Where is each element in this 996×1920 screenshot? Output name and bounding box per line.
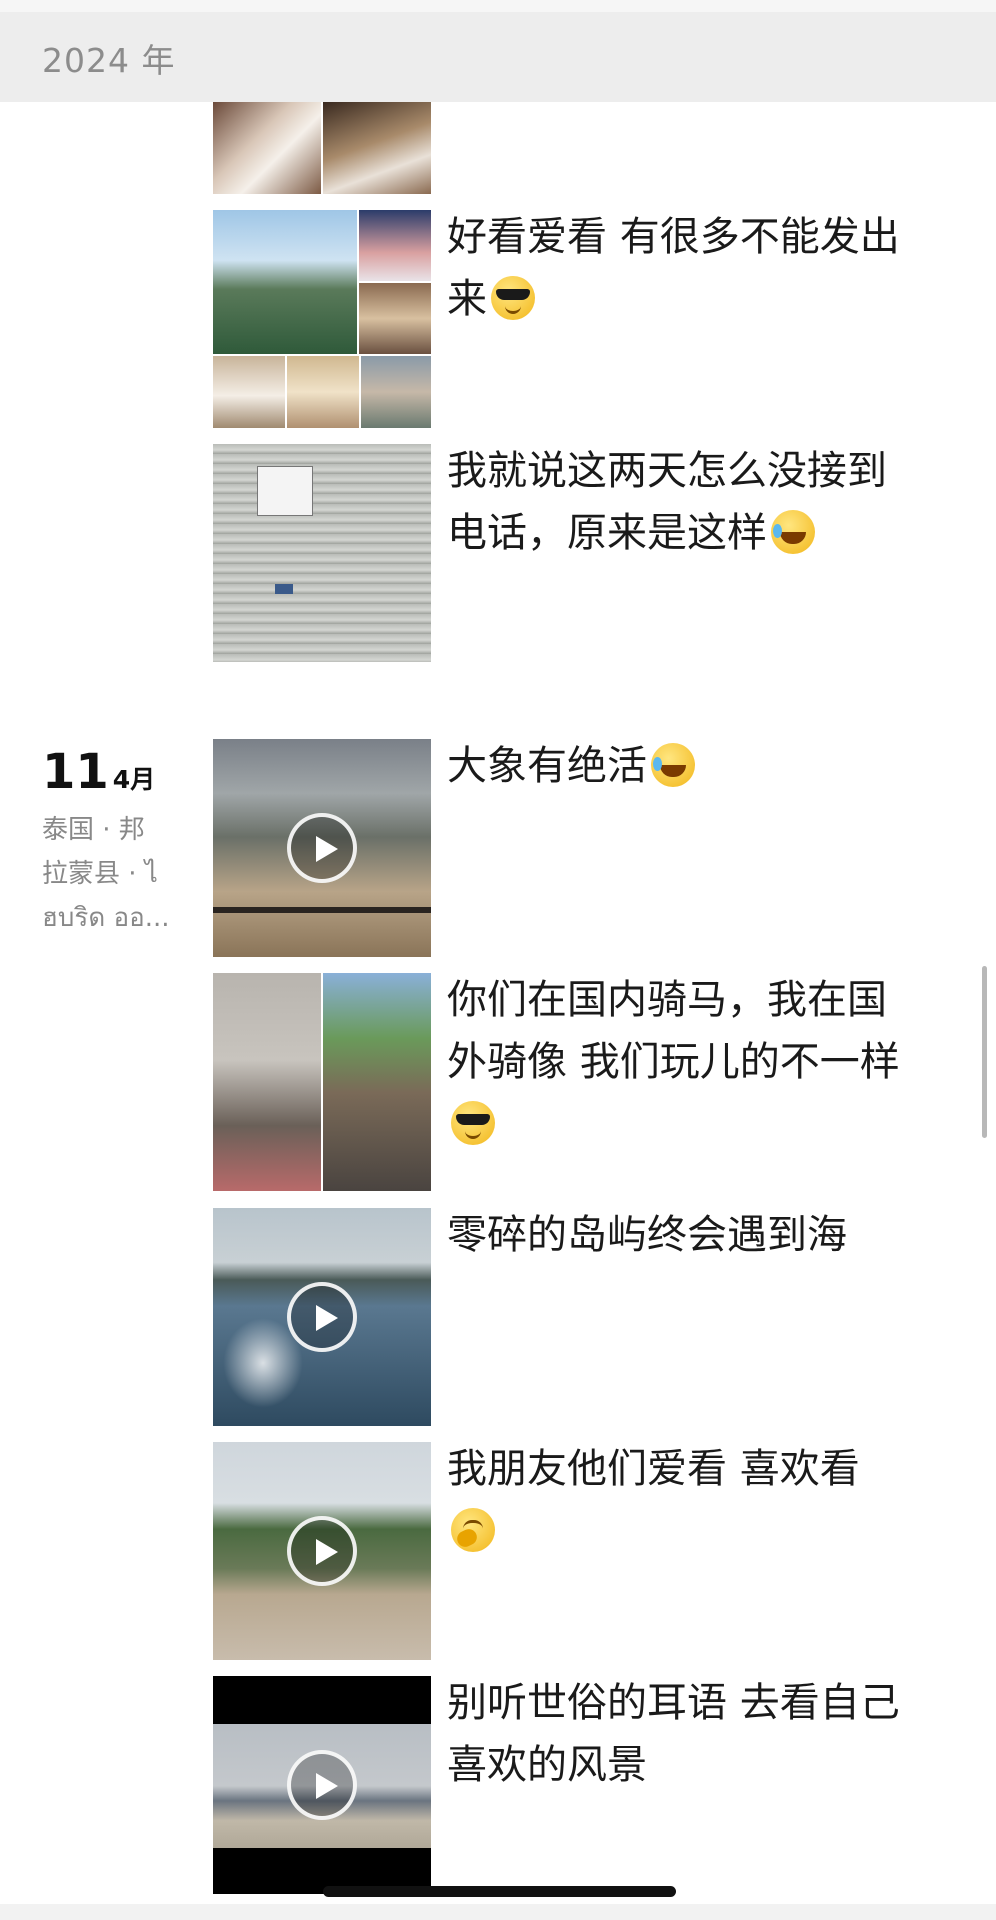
moment-text-content: 大象有绝活: [447, 743, 647, 789]
hugging-emoji-icon: [451, 1508, 495, 1552]
date-group: 11 4月 泰国 · 邦 拉蒙县 · ไ ฮบริด ออ...: [42, 744, 192, 940]
moment-text-content: 我朋友他们爱看 喜欢看: [447, 1446, 860, 1492]
moment-text-content: 别听世俗的耳语 去看自己喜欢的风景: [447, 1680, 900, 1788]
moment-thumbnail-video[interactable]: [213, 1208, 431, 1426]
date-month: 4月: [112, 765, 156, 794]
moment-thumbnail-food[interactable]: [213, 102, 431, 194]
moment-text-content: 你们在国内骑马，我在国外骑像 我们玩儿的不一样: [447, 977, 900, 1085]
moment-text-content: 我就说这两天怎么没接到电话，原来是这样: [447, 448, 887, 556]
moment-thumbnail-shutter[interactable]: [213, 444, 431, 662]
play-icon[interactable]: [287, 1516, 357, 1586]
moment-text: 我朋友他们爱看 喜欢看: [447, 1438, 907, 1562]
date-day: 11: [42, 744, 109, 800]
cool-sunglasses-emoji-icon: [491, 276, 535, 320]
bottom-strip: [0, 1904, 996, 1920]
scrollbar[interactable]: [982, 966, 987, 1138]
location-label[interactable]: 泰国 · 邦 拉蒙县 · ไ ฮบริด ออ...: [42, 808, 192, 940]
year-header: 2024 年: [0, 0, 996, 102]
moment-thumbnail-video[interactable]: [213, 1442, 431, 1660]
laughing-crying-emoji-icon: [771, 510, 815, 554]
moment-text: 你们在国内骑马，我在国外骑像 我们玩儿的不一样: [447, 969, 907, 1155]
cool-sunglasses-emoji-icon: [451, 1101, 495, 1145]
moment-text: 好看爱看 有很多不能发出来: [447, 206, 907, 330]
home-indicator[interactable]: [323, 1886, 676, 1897]
play-icon[interactable]: [287, 1282, 357, 1352]
moment-thumbnail-grid[interactable]: [213, 210, 431, 428]
year-label: 2024 年: [42, 41, 176, 80]
play-icon[interactable]: [287, 813, 357, 883]
play-icon[interactable]: [287, 1750, 357, 1820]
moment-text: 大象有绝活: [447, 735, 907, 797]
moment-text: 我就说这两天怎么没接到电话，原来是这样: [447, 440, 907, 564]
moment-thumbnail-video[interactable]: [213, 739, 431, 957]
laughing-crying-emoji-icon: [651, 743, 695, 787]
moment-text-content: 零碎的岛屿终会遇到海: [447, 1212, 847, 1258]
moment-text: 别听世俗的耳语 去看自己喜欢的风景: [447, 1672, 907, 1796]
moment-text: 零碎的岛屿终会遇到海: [447, 1204, 907, 1266]
moment-thumbnail-grid[interactable]: [213, 973, 431, 1191]
moment-thumbnail-video[interactable]: [213, 1676, 431, 1894]
